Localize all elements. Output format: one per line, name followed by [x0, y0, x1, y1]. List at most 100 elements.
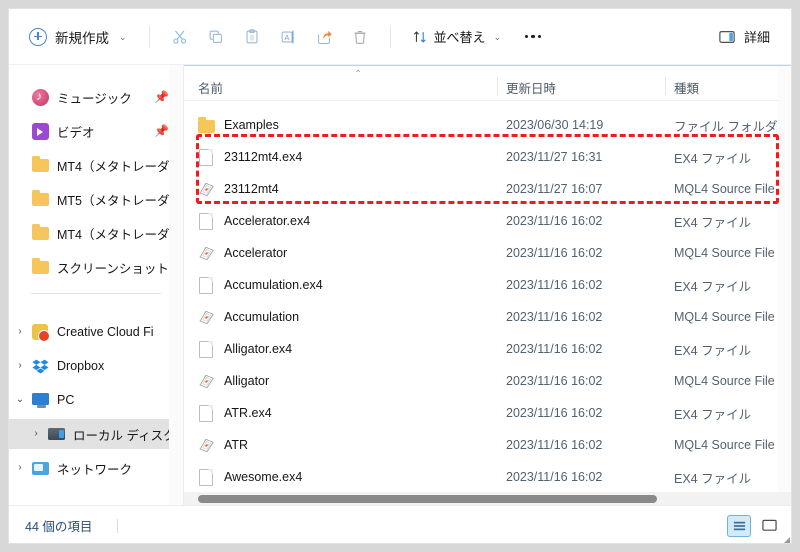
folder-icon-glyph: [32, 224, 49, 240]
column-header-date[interactable]: 更新日時: [506, 78, 556, 97]
copy-button[interactable]: [198, 21, 234, 53]
chevron-down-icon: ⌄: [119, 32, 127, 42]
table-row[interactable]: Accelerator.ex4 2023/11/16 16:02 EX4 ファイル: [184, 205, 791, 237]
file-list-view[interactable]: ⌃ 名前 更新日時 種類 Examples 2023/06/30 14:19 ファイ…: [184, 65, 791, 505]
table-row[interactable]: 23112mt4.ex4 2023/11/27 16:31 EX4 ファイル: [184, 141, 791, 173]
sidebar-item-0[interactable]: ミュージック 📌: [9, 82, 183, 112]
chevron-right-icon[interactable]: ›: [9, 463, 31, 473]
table-row[interactable]: ATR.ex4 2023/11/16 16:02 EX4 ファイル: [184, 397, 791, 429]
table-row[interactable]: Alligator.ex4 2023/11/16 16:02 EX4 ファイル: [184, 333, 791, 365]
ex4-file-icon: [198, 148, 215, 167]
details-view-button[interactable]: [727, 514, 751, 537]
cell-name: 23112mt4: [198, 180, 279, 199]
paste-button[interactable]: [234, 21, 270, 53]
sidebar-item-3[interactable]: MT5（メタトレーダ: [9, 184, 183, 214]
sidebar-item-8[interactable]: ⌄ PC: [9, 385, 183, 415]
sort-button-label: 並べ替え: [433, 30, 486, 45]
delete-button[interactable]: [342, 21, 378, 53]
file-name-label: Awesome.ex4: [224, 470, 303, 484]
chevron-right-icon[interactable]: ›: [25, 429, 47, 439]
sidebar-item-9[interactable]: › ローカル ディスク (: [9, 419, 183, 449]
ellipsis-dot: [524, 34, 529, 39]
cut-button[interactable]: [162, 21, 198, 53]
navigation-pane[interactable]: ミュージック 📌 ビデオ 📌 MT4（メタトレーダ MT5（メタトレーダ MT4（メタトレー…: [9, 65, 183, 505]
file-name-label: Alligator.ex4: [224, 342, 293, 356]
video-icon-glyph: [32, 123, 49, 140]
chevron-right-icon[interactable]: ›: [9, 327, 31, 337]
toolbar-divider-1: [148, 25, 150, 48]
resize-grip-icon[interactable]: [784, 537, 790, 543]
cell-date: 2023/11/16 16:02: [506, 278, 603, 292]
file-name-label: ATR: [224, 438, 249, 452]
sort-icon: [413, 30, 426, 43]
table-row[interactable]: Accumulation.ex4 2023/11/16 16:02 EX4 ファイル: [184, 269, 791, 301]
file-name-label: Accelerator: [224, 246, 288, 260]
mql4-file-icon: [198, 308, 215, 327]
sidebar-item-1[interactable]: ビデオ 📌: [9, 116, 183, 146]
creative-cloud-icon: [31, 322, 51, 342]
rename-icon: A: [281, 30, 294, 43]
sidebar-item-label: Dropbox: [57, 359, 105, 373]
list-vertical-scrollbar-track[interactable]: [778, 66, 791, 492]
table-row[interactable]: Accumulation 2023/11/16 16:02 MQL4 Source …: [184, 301, 791, 333]
table-row[interactable]: ATR 2023/11/16 16:02 MQL4 Source File: [184, 429, 791, 461]
cell-date: 2023/11/16 16:02: [506, 406, 603, 420]
details-pane-button[interactable]: 詳細: [709, 21, 779, 53]
pin-icon[interactable]: 📌: [154, 124, 169, 138]
network-icon-glyph: [32, 462, 49, 475]
ex4-file-icon: [198, 468, 215, 487]
sidebar-item-4[interactable]: MT4（メタトレーダ: [9, 218, 183, 248]
sidebar-scrollbar-track[interactable]: [169, 65, 340, 505]
column-header-row: ⌃ 名前 更新日時 種類: [184, 70, 791, 101]
list-horizontal-scrollbar-thumb[interactable]: [198, 495, 657, 503]
column-divider-2[interactable]: [665, 77, 666, 95]
cell-date: 2023/06/30 14:19: [506, 118, 604, 132]
sidebar-item-7[interactable]: › Dropbox: [9, 351, 183, 381]
pin-icon[interactable]: 📌: [154, 90, 169, 104]
table-row[interactable]: Accelerator 2023/11/16 16:02 MQL4 Source F…: [184, 237, 791, 269]
more-options-button[interactable]: [516, 21, 550, 53]
sidebar-divider: [31, 293, 161, 294]
status-bar: 44 個の項目: [9, 505, 791, 543]
mql4-glyph: [199, 310, 214, 324]
file-name-label: Alligator: [224, 374, 270, 388]
mql4-glyph: [199, 246, 214, 260]
file-explorer-window: 新規作成 ⌄ A 並べ替え ⌄ 詳細 ♪ ミュージック 📌 ビデオ 📌 MT4（…: [8, 8, 792, 544]
document-glyph: [199, 340, 213, 358]
column-header-type[interactable]: 種類: [674, 78, 699, 97]
cell-name: 23112mt4.ex4: [198, 148, 302, 167]
sidebar-item-label: MT4（メタトレーダ: [57, 159, 170, 174]
folder-icon: [31, 189, 51, 209]
document-glyph: [199, 404, 213, 422]
item-count-label: 44 個の項目: [25, 520, 93, 534]
table-row[interactable]: 23112mt4 2023/11/27 16:07 MQL4 Source File: [184, 173, 791, 205]
column-header-name[interactable]: 名前: [198, 78, 223, 97]
sidebar-item-6[interactable]: › Creative Cloud Fi: [9, 317, 183, 347]
mql4-file-icon: [198, 180, 215, 199]
column-divider-1[interactable]: [497, 77, 498, 95]
sidebar-item-label: Creative Cloud Fi: [57, 325, 154, 339]
sort-button[interactable]: 並べ替え ⌄: [403, 21, 511, 53]
cell-type: EX4 ファイル: [674, 151, 752, 166]
ex4-file-icon: [198, 276, 215, 295]
cell-date: 2023/11/16 16:02: [506, 374, 603, 388]
chevron-right-icon[interactable]: ›: [9, 361, 31, 371]
sidebar-item-2[interactable]: MT4（メタトレーダ: [9, 150, 183, 180]
creative-cloud-icon-glyph: [32, 324, 50, 342]
sidebar-item-10[interactable]: › ネットワーク: [9, 453, 183, 483]
sidebar-item-label: MT4（メタトレーダ: [57, 227, 170, 242]
new-button[interactable]: 新規作成 ⌄: [23, 21, 137, 53]
folder-icon-glyph: [32, 156, 49, 172]
table-row[interactable]: Examples 2023/06/30 14:19 ファイル フォルダー: [184, 109, 791, 141]
table-row[interactable]: Alligator 2023/11/16 16:02 MQL4 Source Fil…: [184, 365, 791, 397]
local-disk-icon-glyph: [48, 428, 65, 440]
sidebar-item-5[interactable]: スクリーンショット: [9, 252, 183, 282]
table-row[interactable]: Awesome.ex4 2023/11/16 16:02 EX4 ファイル: [184, 461, 791, 493]
chevron-down-icon[interactable]: ⌄: [9, 395, 31, 405]
preview-pane-button[interactable]: [757, 515, 781, 537]
share-button[interactable]: [306, 21, 342, 53]
mql4-file-icon: [198, 436, 215, 455]
network-icon: [31, 458, 51, 478]
rename-button[interactable]: A: [270, 21, 306, 53]
folder-icon: [31, 257, 51, 277]
